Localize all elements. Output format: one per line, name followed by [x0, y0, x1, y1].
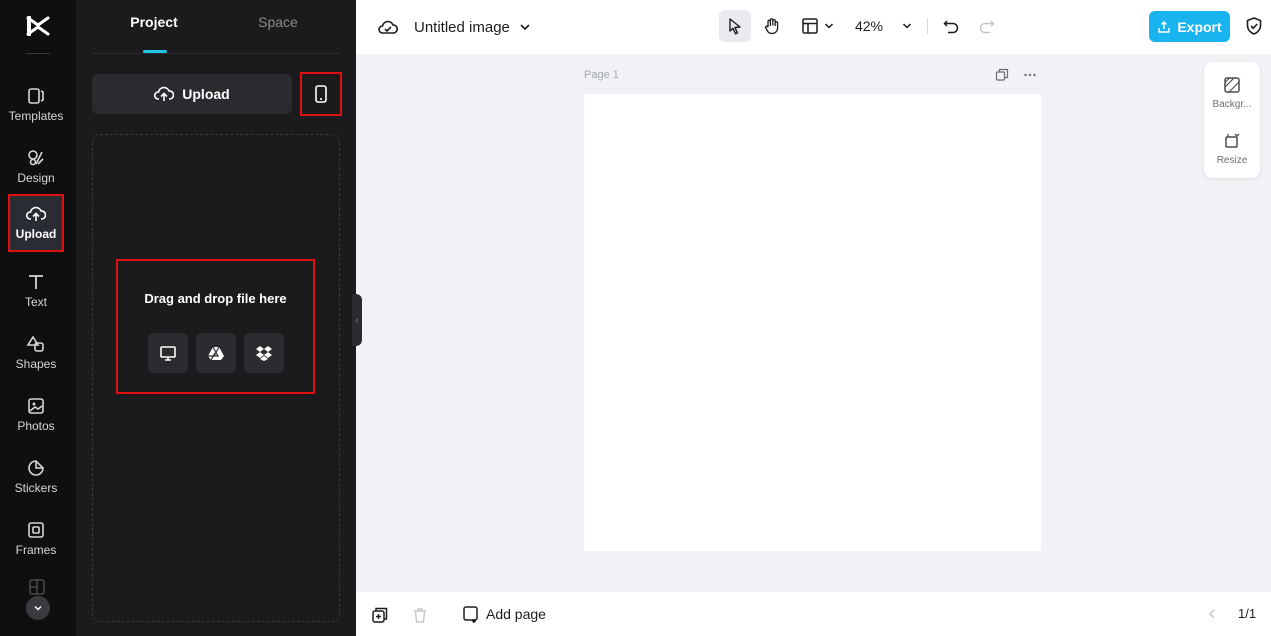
select-tool-button[interactable] — [719, 10, 751, 42]
redo-icon — [979, 20, 995, 34]
shield-check-icon[interactable] — [1244, 16, 1264, 36]
rail-item-label: Templates — [8, 109, 64, 123]
dropbox-icon — [256, 346, 272, 361]
duplicate-page-icon[interactable] — [995, 68, 1009, 82]
page-tools — [995, 68, 1037, 82]
upload-from-dropbox-button[interactable] — [244, 333, 284, 373]
photos-icon — [28, 398, 44, 414]
rail-item-label: Upload — [15, 227, 57, 241]
export-button-label: Export — [1177, 18, 1222, 35]
chevron-down-icon — [34, 605, 42, 611]
templates-icon — [28, 88, 44, 104]
panel-tabs: Project Space — [92, 0, 340, 54]
rail-item-label: Frames — [15, 543, 57, 557]
active-tab-indicator — [143, 50, 167, 53]
chevron-left-icon[interactable] — [1206, 608, 1218, 620]
page-navigator: 1/1 — [1206, 606, 1256, 621]
upload-cloud-icon — [26, 206, 46, 221]
zoom-level: 42% — [854, 18, 884, 34]
chevron-down-icon — [902, 23, 912, 29]
design-icon — [28, 150, 44, 166]
rail-divider — [26, 53, 50, 54]
add-page-icon — [463, 606, 478, 623]
rail-collapse-button[interactable] — [26, 596, 50, 620]
resize-button[interactable]: Resize — [1204, 132, 1260, 166]
frames-icon — [28, 522, 44, 538]
toolbar-divider — [927, 18, 928, 34]
rail-item-label: Design — [17, 171, 55, 185]
tab-space[interactable]: Space — [216, 14, 340, 30]
zoom-dropdown[interactable]: 42% — [852, 10, 916, 42]
page-count: 1/1 — [1238, 606, 1257, 621]
hand-tool-button[interactable] — [760, 10, 784, 42]
bottom-toolbar: Add page 1/1 — [356, 592, 1271, 636]
top-toolbar: Untitled image 42% Export — [356, 0, 1271, 54]
add-layer-icon[interactable] — [371, 606, 389, 624]
upload-from-computer-button[interactable] — [148, 333, 188, 373]
rail-item-photos[interactable]: Photos — [8, 388, 64, 448]
tab-project[interactable]: Project — [92, 14, 216, 30]
rail-item-label: Text — [24, 295, 47, 309]
upload-button-label: Upload — [182, 86, 230, 102]
export-button[interactable]: Export — [1149, 11, 1230, 42]
rail-item-design[interactable]: Design — [8, 140, 64, 200]
layout-menu-button[interactable] — [800, 10, 836, 42]
upload-cloud-icon — [154, 86, 175, 101]
side-properties-panel: Backgr... Resize — [1204, 62, 1260, 178]
more-options-icon[interactable] — [1023, 68, 1037, 82]
cloud-sync-icon — [378, 20, 398, 34]
chevron-down-icon[interactable] — [518, 20, 532, 34]
phone-icon — [315, 85, 327, 103]
add-page-label: Add page — [486, 606, 546, 622]
canvas-page[interactable] — [584, 94, 1041, 551]
upload-button[interactable]: Upload — [92, 74, 292, 114]
upload-from-phone-button[interactable] — [300, 72, 342, 116]
upload-panel: Project Space Upload Drag and drop file … — [76, 0, 356, 636]
rail-item-label: Stickers — [14, 481, 58, 495]
background-label: Backgr... — [1212, 99, 1252, 110]
background-icon — [1224, 77, 1240, 93]
export-icon — [1158, 20, 1171, 33]
page-label: Page 1 — [584, 69, 619, 81]
stickers-icon — [28, 460, 44, 476]
monitor-icon — [160, 346, 176, 361]
trash-icon[interactable] — [411, 606, 429, 624]
document-title-area[interactable]: Untitled image — [378, 14, 532, 40]
undo-button[interactable] — [940, 10, 962, 42]
drop-area-highlight: Drag and drop file here — [116, 259, 315, 394]
chevron-down-icon — [824, 23, 834, 29]
shapes-icon — [26, 335, 44, 352]
rail-item-stickers[interactable]: Stickers — [8, 450, 64, 510]
upload-from-google-drive-button[interactable] — [196, 333, 236, 373]
more-tools-icon[interactable] — [28, 578, 46, 596]
hand-icon — [764, 18, 779, 35]
resize-label: Resize — [1216, 155, 1248, 166]
resize-icon — [1225, 133, 1240, 148]
drop-text: Drag and drop file here — [144, 291, 287, 306]
google-drive-icon — [208, 346, 224, 361]
capcut-logo-icon[interactable] — [24, 12, 52, 40]
redo-button[interactable] — [976, 10, 998, 42]
rail-item-label: Photos — [17, 419, 55, 433]
add-page-button[interactable]: Add page — [462, 605, 546, 623]
undo-icon — [943, 20, 959, 34]
layout-icon — [802, 18, 818, 34]
nav-rail: Templates Design Upload Text Shapes Phot… — [0, 0, 76, 636]
cursor-icon — [729, 18, 741, 35]
rail-item-text[interactable]: Text — [8, 264, 64, 324]
text-icon — [29, 275, 43, 289]
document-title[interactable]: Untitled image — [414, 19, 510, 36]
rail-item-upload[interactable]: Upload — [8, 194, 64, 252]
panel-collapse-handle[interactable]: ‹ — [352, 294, 362, 346]
rail-item-shapes[interactable]: Shapes — [8, 326, 64, 386]
rail-item-templates[interactable]: Templates — [8, 78, 64, 138]
rail-item-frames[interactable]: Frames — [8, 512, 64, 572]
background-button[interactable]: Backgr... — [1204, 76, 1260, 110]
rail-item-label: Shapes — [15, 357, 57, 371]
